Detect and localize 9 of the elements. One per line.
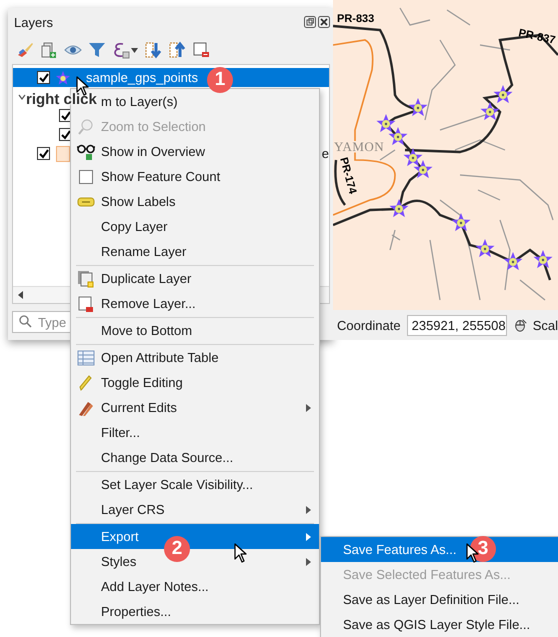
road-label: PR-837 bbox=[517, 27, 556, 47]
panel-title: Layers bbox=[14, 14, 54, 30]
layer-name: e bbox=[322, 146, 329, 161]
scale-label: Scal bbox=[532, 318, 558, 332]
layer-name: sample_gps_points bbox=[86, 70, 198, 85]
road-label: PR-174 bbox=[337, 156, 358, 196]
annotation-text: right click bbox=[26, 91, 97, 108]
road-label: PR-833 bbox=[337, 13, 374, 25]
coordinate-label: Coordinate bbox=[337, 318, 401, 332]
